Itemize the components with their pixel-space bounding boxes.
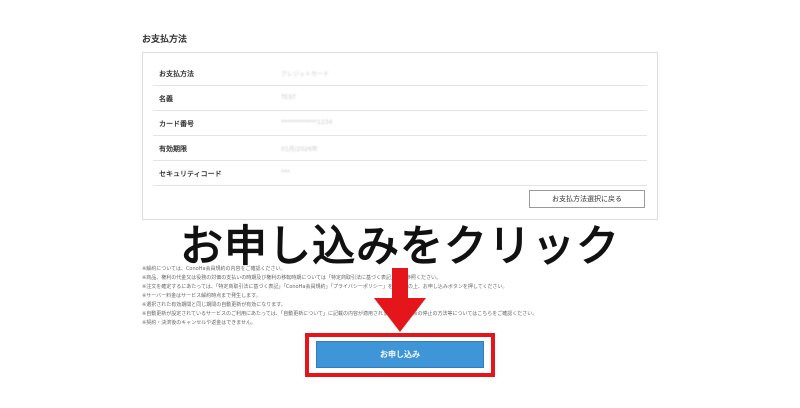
payment-row-expiry: 有効期限 01月/2026年 — [153, 136, 647, 161]
row-value: *** — [281, 169, 290, 176]
payment-row-method: お支払方法 クレジットカード — [153, 61, 647, 86]
row-label: 有効期限 — [159, 145, 187, 153]
payment-row-card-number: カード番号 ************1234 — [153, 111, 647, 136]
payment-summary-box: お支払方法 クレジットカード 名義 TEST カード番号 ***********… — [142, 52, 658, 220]
row-value: TEST — [281, 94, 296, 101]
back-to-payment-selection-button[interactable]: お支払方法選択に戻る — [529, 190, 645, 208]
payment-row-security-code: セキュリティコード *** — [153, 161, 647, 186]
payment-row-name: 名義 TEST — [153, 86, 647, 111]
row-label: 名義 — [159, 95, 173, 103]
row-value: クレジットカード — [281, 71, 330, 78]
instruction-headline: お申し込みをクリック — [180, 222, 620, 272]
row-value: ************1234 — [281, 119, 333, 126]
row-label: セキュリティコード — [159, 170, 222, 178]
row-label: お支払方法 — [159, 70, 194, 78]
row-label: カード番号 — [159, 120, 194, 128]
row-value: 01月/2026年 — [281, 146, 318, 153]
down-arrow-icon — [374, 268, 426, 332]
apply-button[interactable]: お申し込み — [316, 341, 484, 368]
section-title: お支払方法 — [142, 35, 188, 45]
